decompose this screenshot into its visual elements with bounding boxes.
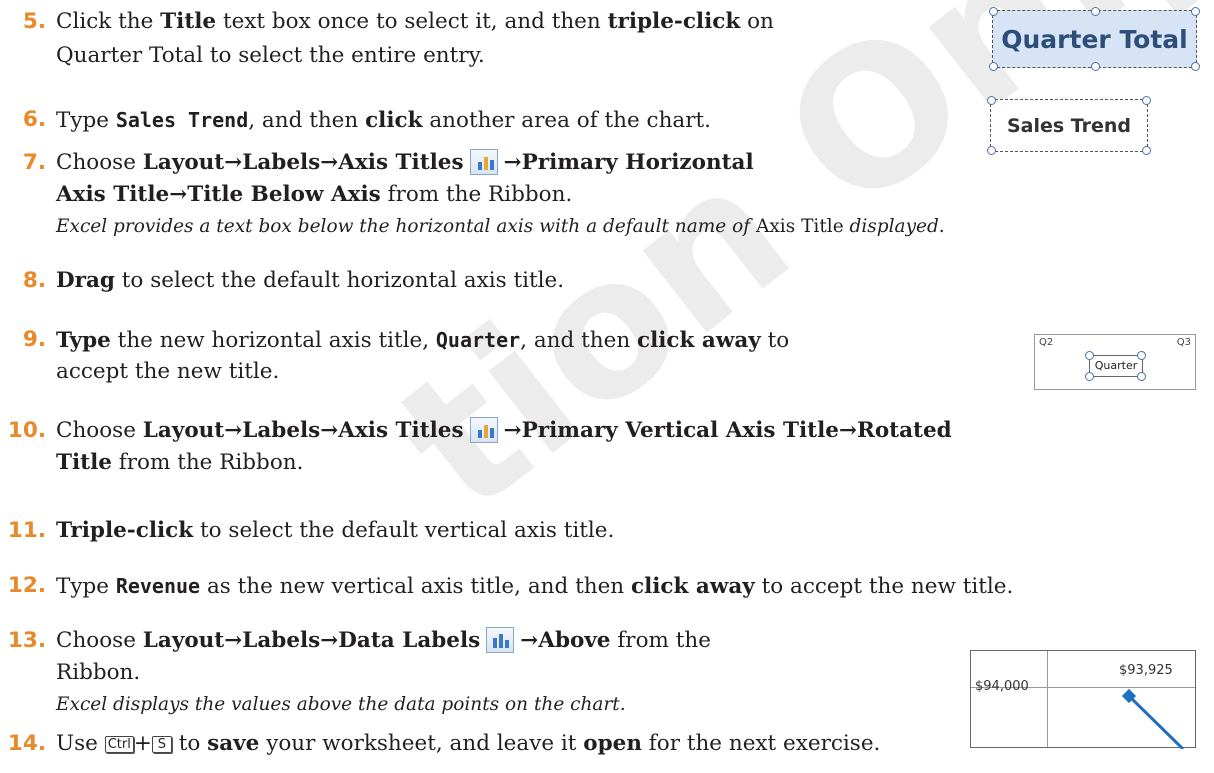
data-label-figure: $94,000 $93,925	[970, 650, 1196, 749]
resize-handle	[987, 96, 996, 105]
resize-handle	[1191, 7, 1200, 16]
step-line: Use Ctrl + S to save your worksheet, and l…	[56, 731, 881, 756]
resize-handle	[987, 146, 996, 155]
resize-handle	[989, 62, 998, 71]
quarter-total-title-box: Quarter Total	[989, 7, 1200, 71]
s-key: S	[151, 736, 172, 753]
sales-trend-title-box: Sales Trend	[987, 96, 1151, 155]
step-number: 12.	[7, 573, 46, 598]
step-line: Triple-click to select the default verti…	[56, 518, 615, 543]
resize-handle	[1142, 96, 1151, 105]
step-line: Choose Layout→Labels→Axis Titles →Primary…	[56, 417, 952, 443]
step-line: Click the Title text box once to select …	[56, 9, 774, 34]
step-line: Axis Title→Title Below Axis from the Rib…	[56, 182, 573, 207]
axis-titles-icon	[469, 149, 498, 175]
axis-tick-label: Q2	[1039, 337, 1054, 348]
step-line: Choose Layout→Labels→Data Labels →Above f…	[56, 627, 711, 653]
step-number: 6.	[22, 107, 46, 132]
step-number: 8.	[22, 268, 46, 293]
step-line: Type the new horizontal axis title, Quar…	[56, 328, 790, 353]
step-number: 11.	[7, 518, 46, 543]
step-number: 13.	[7, 628, 46, 653]
resize-handle	[1142, 146, 1151, 155]
series-segment	[1127, 694, 1185, 749]
step-line: accept the new title.	[56, 359, 280, 384]
quarter-axis-title-figure: Q2 Q3 Quarter	[1034, 334, 1196, 390]
step-note: Excel displays the values above the data…	[56, 694, 626, 715]
axis-titles-icon	[469, 417, 498, 443]
step-line: Title from the Ribbon.	[56, 450, 304, 475]
step-number: 10.	[7, 418, 46, 443]
step-number: 5.	[22, 9, 46, 34]
resize-handle	[1137, 351, 1146, 360]
step-line: Type Sales Trend, and then click another…	[56, 108, 711, 133]
resize-handle	[1091, 62, 1100, 71]
step-note: Excel provides a text box below the hori…	[56, 216, 945, 237]
step-line: Choose Layout→Labels→Axis Titles →Primary…	[56, 149, 754, 175]
quarter-axis-title: Quarter	[1089, 355, 1143, 377]
axis-tick-label: Q3	[1176, 337, 1191, 348]
resize-handle	[1191, 62, 1200, 71]
resize-handle	[1091, 7, 1100, 16]
step-number: 7.	[22, 150, 46, 175]
step-line: Type Revenue as the new vertical axis ti…	[56, 574, 1014, 599]
resize-handle	[1137, 372, 1146, 381]
resize-handle	[1085, 372, 1094, 381]
step-number: 9.	[22, 327, 46, 352]
step-line: Ribbon.	[56, 660, 141, 685]
ctrl-key: Ctrl	[104, 736, 134, 753]
resize-handle	[1085, 351, 1094, 360]
series-line	[1121, 688, 1185, 749]
step-line: Quarter Total to select the entire entry…	[56, 43, 485, 68]
step-number: 14.	[7, 731, 46, 756]
step-line: Drag to select the default horizontal ax…	[56, 268, 565, 293]
resize-handle	[989, 7, 998, 16]
data-labels-icon	[486, 627, 515, 653]
